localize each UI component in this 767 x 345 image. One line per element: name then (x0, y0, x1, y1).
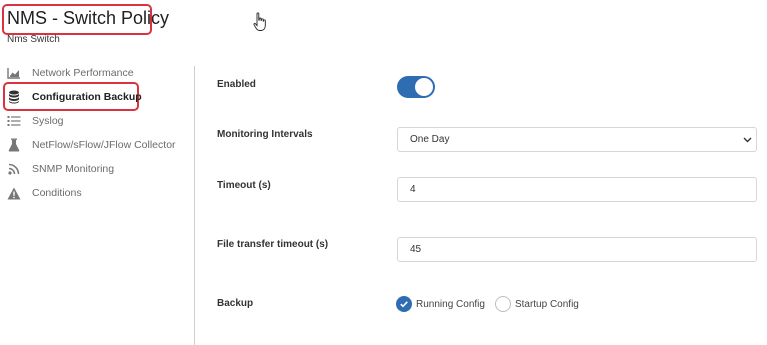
monitoring-intervals-select[interactable]: One Day (397, 127, 757, 152)
file-transfer-timeout-value: 45 (410, 244, 422, 255)
sidebar-item-label: Conditions (32, 187, 82, 199)
toggle-knob (415, 78, 433, 96)
database-icon (7, 90, 21, 104)
sidebar-item-label: Network Performance (32, 67, 134, 79)
sidebar-item-configuration-backup[interactable]: Configuration Backup (7, 86, 192, 108)
sidebar-item-label: SNMP Monitoring (32, 163, 115, 175)
file-transfer-timeout-label: File transfer timeout (s) (217, 239, 329, 250)
monitoring-intervals-value: One Day (410, 134, 450, 145)
sidebar-item-conditions[interactable]: Conditions (7, 182, 192, 204)
flask-icon (7, 138, 21, 152)
enabled-toggle[interactable] (397, 76, 435, 98)
monitoring-intervals-label: Monitoring Intervals (217, 129, 313, 140)
chart-icon (7, 66, 21, 80)
sidebar-item-label: Syslog (32, 115, 64, 127)
running-config-radio[interactable] (396, 296, 412, 312)
sidebar-item-label: Configuration Backup (32, 91, 142, 103)
running-config-label[interactable]: Running Config (416, 299, 485, 310)
rss-icon (7, 162, 21, 176)
timeout-label: Timeout (s) (217, 180, 271, 191)
sidebar-item-label: NetFlow/sFlow/JFlow Collector (32, 139, 176, 151)
list-icon (7, 114, 21, 128)
page-subtitle: Nms Switch (7, 34, 60, 45)
timeout-value: 4 (410, 184, 416, 195)
checkmark-icon (400, 301, 408, 308)
sidebar-item-syslog[interactable]: Syslog (7, 110, 192, 132)
sidebar-divider (194, 66, 195, 345)
chevron-down-icon (743, 137, 752, 143)
warning-icon (7, 186, 21, 200)
sidebar-item-snmp-monitoring[interactable]: SNMP Monitoring (7, 158, 192, 180)
enabled-label: Enabled (217, 79, 256, 90)
backup-radio-group: Running Config Startup Config (396, 296, 589, 312)
backup-label: Backup (217, 298, 254, 309)
page-title: NMS - Switch Policy (7, 8, 170, 28)
hand-pointer-cursor-icon (253, 12, 266, 31)
sidebar-item-network-performance[interactable]: Network Performance (7, 62, 192, 84)
sidebar-item-netflow-collector[interactable]: NetFlow/sFlow/JFlow Collector (7, 134, 192, 156)
startup-config-label[interactable]: Startup Config (515, 299, 579, 310)
file-transfer-timeout-input[interactable]: 45 (397, 237, 757, 262)
timeout-input[interactable]: 4 (397, 177, 757, 202)
startup-config-radio[interactable] (494, 296, 511, 312)
